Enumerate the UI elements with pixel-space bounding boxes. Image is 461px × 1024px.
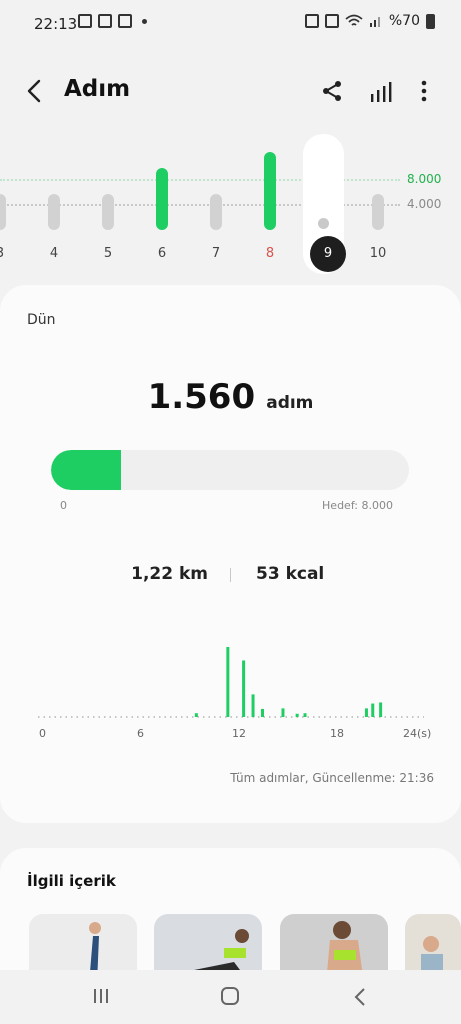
- progress-min-label: 0: [60, 499, 67, 512]
- goal-label-high: 8.000: [407, 172, 442, 186]
- hourly-bar: [371, 703, 375, 717]
- page-title: Adım: [64, 76, 131, 102]
- day-column[interactable]: 9: [304, 130, 346, 280]
- goal-progress-fill: [51, 450, 121, 490]
- hourly-bar: [261, 708, 264, 717]
- steps-value: 1.560: [147, 377, 256, 417]
- hourly-bar: [379, 702, 383, 717]
- app-header: Adım: [0, 62, 461, 122]
- system-nav-bar: [0, 970, 461, 1024]
- meditation-icon: [118, 14, 132, 28]
- hourly-bar: [242, 660, 246, 717]
- hourly-bar: [364, 708, 368, 717]
- status-time: 22:13: [34, 15, 78, 33]
- stats-divider: [230, 568, 231, 582]
- x-tick-12: 12: [232, 727, 246, 740]
- goal-label-low: 4.000: [407, 197, 442, 211]
- system-icons: %70: [304, 13, 435, 29]
- hourly-bar: [295, 713, 299, 717]
- hourly-bar: [226, 647, 230, 717]
- wifi-icon: [345, 14, 363, 26]
- app-notification-icon: [98, 14, 112, 28]
- day-column[interactable]: 3: [0, 130, 20, 280]
- day-steps-bar: [48, 194, 60, 230]
- gallery-icon: [78, 14, 92, 28]
- calories-value: 53 kcal: [256, 564, 325, 584]
- distance-value: 1,22 km: [131, 564, 208, 584]
- x-tick-6: 6: [137, 727, 144, 740]
- hourly-bar: [194, 713, 198, 717]
- updated-footer: Tüm adımlar, Güncellenme: 21:36: [230, 771, 434, 785]
- day-steps-bar: [102, 194, 114, 230]
- lock-icon: [304, 14, 319, 28]
- summary-card: Dün 1.560 adım 0 Hedef: 8.000 1,22 km 53…: [0, 285, 461, 823]
- goal-progress-bar: [51, 450, 409, 490]
- back-icon[interactable]: [22, 78, 48, 104]
- more-options-icon[interactable]: [414, 79, 434, 103]
- hourly-chart-svg: [38, 647, 424, 718]
- day-label: 10: [369, 246, 387, 261]
- hourly-bar: [281, 708, 285, 717]
- notification-icons: [78, 14, 147, 28]
- recent-apps-icon[interactable]: [92, 987, 110, 1005]
- battery-icon: [426, 13, 435, 29]
- day-steps-bar: [264, 152, 276, 230]
- trends-chart-icon[interactable]: [368, 80, 392, 104]
- steps-total: 1.560 adım: [0, 377, 461, 417]
- nav-back-icon[interactable]: [352, 987, 368, 1007]
- day-column[interactable]: 4: [34, 130, 74, 280]
- day-label: 4: [49, 246, 59, 261]
- day-steps-bar: [210, 194, 222, 230]
- battery-percent: %70: [388, 13, 420, 29]
- day-column[interactable]: 8: [250, 130, 290, 280]
- day-steps-bar: [372, 194, 384, 230]
- hourly-steps-chart: 0 6 12 18 24(s): [0, 635, 461, 755]
- x-tick-0: 0: [39, 727, 46, 740]
- steps-unit: adım: [266, 393, 314, 413]
- day-steps-bar: [156, 167, 168, 230]
- day-label: 5: [103, 246, 113, 261]
- day-steps-bar: [0, 194, 6, 230]
- day-column[interactable]: 10: [358, 130, 398, 280]
- progress-goal-label: Hedef: 8.000: [322, 499, 393, 512]
- daily-steps-strip: 8.000 4.000 3 4 5 6 7 8 9 10: [0, 130, 461, 280]
- hourly-bar: [251, 694, 255, 717]
- related-title: İlgili içerik: [27, 872, 116, 890]
- alarm-icon: [324, 14, 339, 28]
- x-tick-24: 24(s): [403, 727, 432, 740]
- day-column[interactable]: 6: [142, 130, 182, 280]
- selected-day-label: 9: [310, 236, 346, 272]
- hourly-bar: [303, 713, 307, 717]
- day-label: 7: [211, 246, 221, 261]
- stats-row: 1,22 km 53 kcal: [0, 564, 461, 590]
- signal-icon: [369, 17, 380, 27]
- day-label: Dün: [27, 312, 56, 328]
- home-icon[interactable]: [221, 987, 239, 1005]
- share-icon[interactable]: [320, 79, 344, 103]
- day-label: 3: [0, 246, 20, 261]
- more-notifications-icon: [142, 18, 147, 24]
- day-label: 6: [157, 246, 167, 261]
- day-column[interactable]: 5: [88, 130, 128, 280]
- status-bar: 22:13 %70: [0, 0, 461, 48]
- x-tick-18: 18: [330, 727, 344, 740]
- day-label: 8: [265, 246, 275, 261]
- day-column[interactable]: 7: [196, 130, 236, 280]
